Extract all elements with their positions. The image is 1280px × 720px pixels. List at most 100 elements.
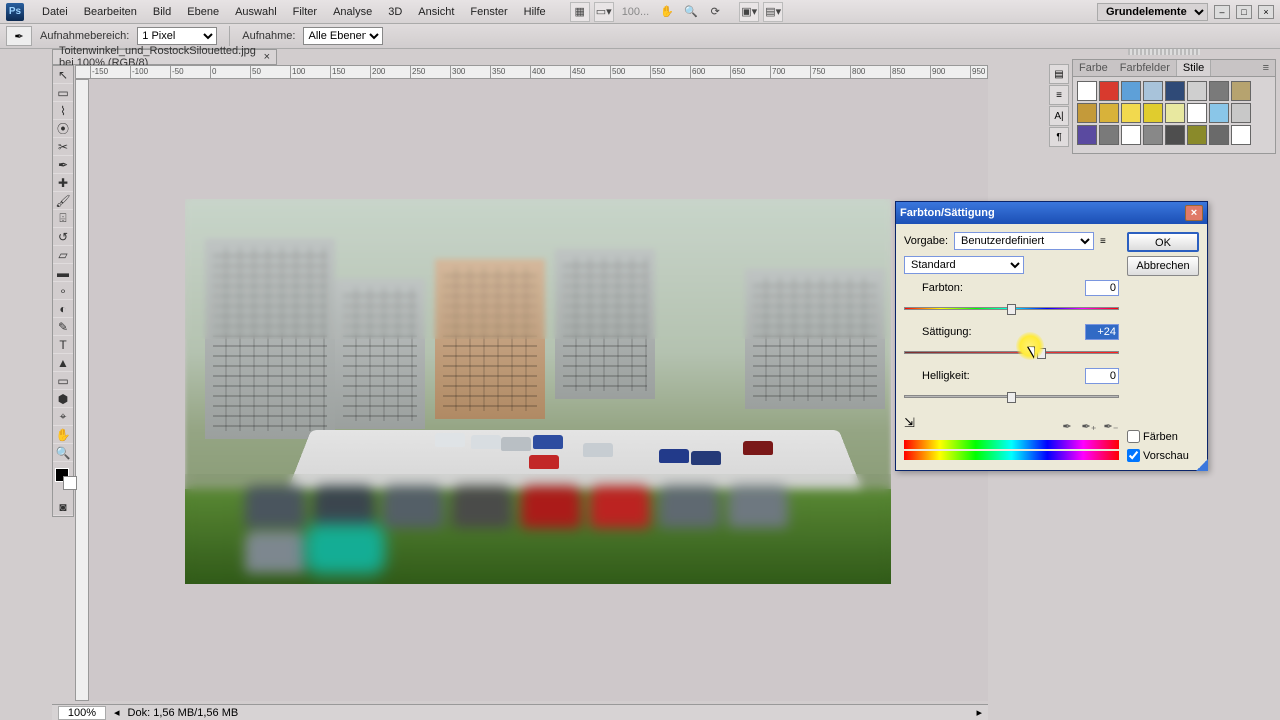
- style-swatch[interactable]: [1077, 103, 1097, 123]
- style-swatch[interactable]: [1231, 103, 1251, 123]
- zoom-icon[interactable]: 🔍: [681, 2, 701, 22]
- history-brush-tool-icon[interactable]: ↺: [53, 228, 73, 246]
- style-swatch[interactable]: [1187, 125, 1207, 145]
- tab-stile[interactable]: Stile: [1176, 60, 1211, 76]
- stamp-tool-icon[interactable]: ⌹: [53, 210, 73, 228]
- preset-menu-icon[interactable]: ≡: [1100, 236, 1106, 247]
- eyedropper-add-icon[interactable]: ✒₊: [1081, 418, 1097, 434]
- shape-tool-icon[interactable]: ▭: [53, 372, 73, 390]
- hand-icon[interactable]: ✋: [657, 2, 677, 22]
- sample-select[interactable]: Alle Ebenen: [303, 27, 383, 45]
- style-swatch[interactable]: [1143, 81, 1163, 101]
- style-swatch[interactable]: [1121, 103, 1141, 123]
- style-swatch[interactable]: [1121, 81, 1141, 101]
- sample-size-select[interactable]: 1 Pixel: [137, 27, 217, 45]
- window-minimize-icon[interactable]: –: [1214, 5, 1230, 19]
- style-swatch[interactable]: [1187, 81, 1207, 101]
- dialog-titlebar[interactable]: Farbton/Sättigung ×: [896, 202, 1207, 224]
- dodge-tool-icon[interactable]: ◐: [53, 300, 73, 318]
- crop-tool-icon[interactable]: ✂: [53, 138, 73, 156]
- menu-datei[interactable]: Datei: [34, 3, 76, 21]
- eyedropper-tool-icon[interactable]: ✒: [53, 156, 73, 174]
- lightness-value[interactable]: [1085, 368, 1119, 384]
- zoom-tool-icon[interactable]: 🔍: [53, 444, 73, 462]
- style-swatch[interactable]: [1099, 125, 1119, 145]
- style-swatch[interactable]: [1143, 103, 1163, 123]
- quick-select-tool-icon[interactable]: ⦿: [53, 120, 73, 138]
- menu-3d[interactable]: 3D: [380, 3, 410, 21]
- style-swatch[interactable]: [1231, 81, 1251, 101]
- marquee-tool-icon[interactable]: ▭: [53, 84, 73, 102]
- style-swatch[interactable]: [1099, 81, 1119, 101]
- scroll-left-icon[interactable]: ◂: [114, 706, 120, 719]
- style-swatch[interactable]: [1099, 103, 1119, 123]
- tool-preset-icon[interactable]: ✒: [6, 26, 32, 46]
- window-close-icon[interactable]: ×: [1258, 5, 1274, 19]
- type-tool-icon[interactable]: T: [53, 336, 73, 354]
- menu-bild[interactable]: Bild: [145, 3, 179, 21]
- arrange-docs-icon[interactable]: ▭▾: [594, 2, 614, 22]
- tab-farbfelder[interactable]: Farbfelder: [1114, 60, 1176, 76]
- move-tool-icon[interactable]: ↖: [53, 66, 73, 84]
- rotate-view-icon[interactable]: ⟳: [705, 2, 725, 22]
- tab-farbe[interactable]: Farbe: [1073, 60, 1114, 76]
- gradient-tool-icon[interactable]: ▬: [53, 264, 73, 282]
- blur-tool-icon[interactable]: ∘: [53, 282, 73, 300]
- style-swatch[interactable]: [1209, 103, 1229, 123]
- zoom-field[interactable]: 100...: [616, 6, 656, 18]
- style-swatch[interactable]: [1077, 81, 1097, 101]
- workspace-select[interactable]: Grundelemente: [1097, 3, 1208, 21]
- extras-icon[interactable]: ▤▾: [763, 2, 783, 22]
- eyedropper-icon[interactable]: ✒: [1059, 418, 1075, 434]
- status-zoom[interactable]: 100%: [58, 706, 106, 720]
- menu-hilfe[interactable]: Hilfe: [516, 3, 554, 21]
- ok-button[interactable]: OK: [1127, 232, 1199, 252]
- colorize-checkbox[interactable]: Färben: [1127, 430, 1199, 443]
- style-swatch[interactable]: [1143, 125, 1163, 145]
- dialog-close-icon[interactable]: ×: [1185, 205, 1203, 221]
- path-select-tool-icon[interactable]: ▲: [53, 354, 73, 372]
- style-swatch[interactable]: [1231, 125, 1251, 145]
- screen-mode-icon[interactable]: ▣▾: [739, 2, 759, 22]
- hue-slider[interactable]: [904, 302, 1119, 316]
- healing-tool-icon[interactable]: ✚: [53, 174, 73, 192]
- saturation-slider[interactable]: [904, 346, 1119, 360]
- background-color[interactable]: [63, 476, 77, 490]
- menu-fenster[interactable]: Fenster: [462, 3, 515, 21]
- color-swatches[interactable]: [53, 466, 73, 498]
- window-maximize-icon[interactable]: □: [1236, 5, 1252, 19]
- eyedropper-sub-icon[interactable]: ✒₋: [1103, 418, 1119, 434]
- document-tab[interactable]: Toitenwinkel_und_RostockSilouetted.jpg b…: [52, 49, 277, 65]
- menu-bearbeiten[interactable]: Bearbeiten: [76, 3, 145, 21]
- style-swatch[interactable]: [1121, 125, 1141, 145]
- menu-filter[interactable]: Filter: [285, 3, 325, 21]
- hue-value[interactable]: [1085, 280, 1119, 296]
- preset-select[interactable]: Benutzerdefiniert: [954, 232, 1094, 250]
- menu-auswahl[interactable]: Auswahl: [227, 3, 285, 21]
- panel-menu-icon[interactable]: ≡: [1257, 60, 1275, 76]
- lasso-tool-icon[interactable]: ⌇: [53, 102, 73, 120]
- style-swatch[interactable]: [1165, 125, 1185, 145]
- dock-para-icon[interactable]: ¶: [1049, 127, 1069, 147]
- close-tab-icon[interactable]: ×: [264, 51, 270, 63]
- pen-tool-icon[interactable]: ✎: [53, 318, 73, 336]
- brush-tool-icon[interactable]: 🖌: [53, 192, 73, 210]
- dock-handle[interactable]: [1128, 49, 1200, 55]
- menu-ansicht[interactable]: Ansicht: [410, 3, 462, 21]
- app-icon[interactable]: Ps: [6, 3, 24, 21]
- clip-icon[interactable]: ⇲: [904, 415, 915, 431]
- launch-bridge-icon[interactable]: ▦: [570, 2, 590, 22]
- 3d-camera-tool-icon[interactable]: ⌖: [53, 408, 73, 426]
- saturation-value[interactable]: [1085, 324, 1119, 340]
- quick-mask-icon[interactable]: ◙: [53, 498, 73, 516]
- style-swatch[interactable]: [1077, 125, 1097, 145]
- preview-checkbox[interactable]: Vorschau: [1127, 449, 1199, 462]
- style-swatch[interactable]: [1187, 103, 1207, 123]
- menu-ebene[interactable]: Ebene: [179, 3, 227, 21]
- style-swatch[interactable]: [1165, 81, 1185, 101]
- resize-handle-icon[interactable]: [1196, 459, 1208, 471]
- style-swatch[interactable]: [1165, 103, 1185, 123]
- 3d-tool-icon[interactable]: ⬢: [53, 390, 73, 408]
- scroll-right-icon[interactable]: ▸: [976, 706, 982, 719]
- lightness-slider[interactable]: [904, 390, 1119, 404]
